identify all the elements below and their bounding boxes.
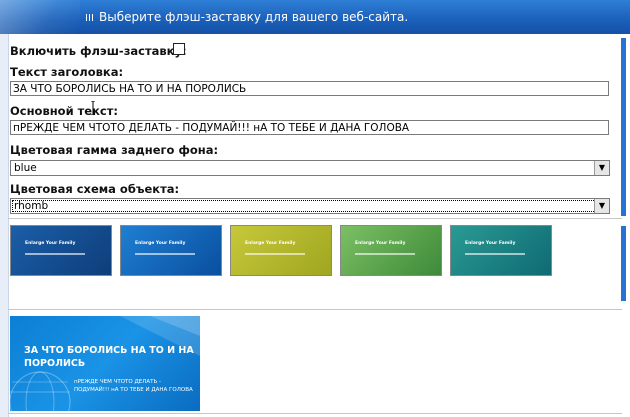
thumbnail-label: Enlarge Your Family	[465, 241, 516, 246]
header-hint-text: Выберите флэш-заставку для вашего веб-са…	[99, 10, 409, 24]
divider-2	[8, 309, 622, 310]
title-input[interactable]: ЗА ЧТО БОРОЛИСЬ НА ТО И НА ПОРОЛИСЬ	[10, 81, 609, 96]
section-accent-bar	[621, 38, 626, 216]
thumbnail-2[interactable]: Enlarge Your Family	[120, 225, 222, 276]
thumbnail-label: Enlarge Your Family	[355, 241, 406, 246]
enable-label: Включить флэш-заставку:	[10, 44, 187, 58]
scheme-value: rhomb	[14, 200, 49, 212]
left-margin	[0, 34, 9, 417]
scheme-select[interactable]: rhomb ▼	[10, 198, 610, 214]
main-text-label: Основной текст:	[10, 104, 118, 118]
header-hint: Выберите флэш-заставку для вашего веб-са…	[86, 10, 408, 24]
bg-color-select[interactable]: blue ▼	[10, 160, 610, 176]
main-text-input[interactable]: пРЕЖДЕ ЧЕМ ЧТОТО ДЕЛАТЬ - ПОДУМАЙ!!! нА …	[10, 120, 609, 135]
preview-text: пРЕЖДЕ ЧЕМ ЧТОТО ДЕЛАТЬ - ПОДУМАЙ!!! нА …	[74, 379, 193, 393]
thumbnail-label: Enlarge Your Family	[245, 241, 296, 246]
chevron-down-icon[interactable]: ▼	[594, 199, 609, 213]
header-swoosh	[0, 0, 80, 34]
thumbnail-3[interactable]: Enlarge Your Family	[230, 225, 332, 276]
enable-checkbox[interactable]	[173, 43, 185, 55]
flash-preview: ЗА ЧТО БОРОЛИСЬ НА ТО И НА ПОРОЛИСЬ пРЕЖ…	[10, 316, 200, 411]
divider-3	[8, 413, 622, 414]
scheme-label: Цветовая схема объекта:	[10, 182, 180, 196]
header-bar: Выберите флэш-заставку для вашего веб-са…	[0, 0, 630, 34]
grip-icon	[86, 14, 93, 21]
thumbnail-4[interactable]: Enlarge Your Family	[340, 225, 442, 276]
bg-color-label: Цветовая гамма заднего фона:	[10, 143, 219, 157]
thumbnail-label: Enlarge Your Family	[25, 241, 76, 246]
thumbnail-label: Enlarge Your Family	[135, 241, 186, 246]
section-accent-bar-2	[621, 226, 626, 301]
thumbnail-1[interactable]: Enlarge Your Family	[10, 225, 112, 276]
chevron-down-icon[interactable]: ▼	[594, 161, 609, 175]
bg-color-value: blue	[14, 162, 37, 174]
divider	[8, 218, 622, 219]
text-cursor-icon	[91, 101, 95, 115]
thumbnail-5[interactable]: Enlarge Your Family	[450, 225, 552, 276]
title-label: Текст заголовка:	[10, 65, 124, 79]
preview-title: ЗА ЧТО БОРОЛИСЬ НА ТО И НА ПОРОЛИСЬ	[24, 345, 194, 369]
